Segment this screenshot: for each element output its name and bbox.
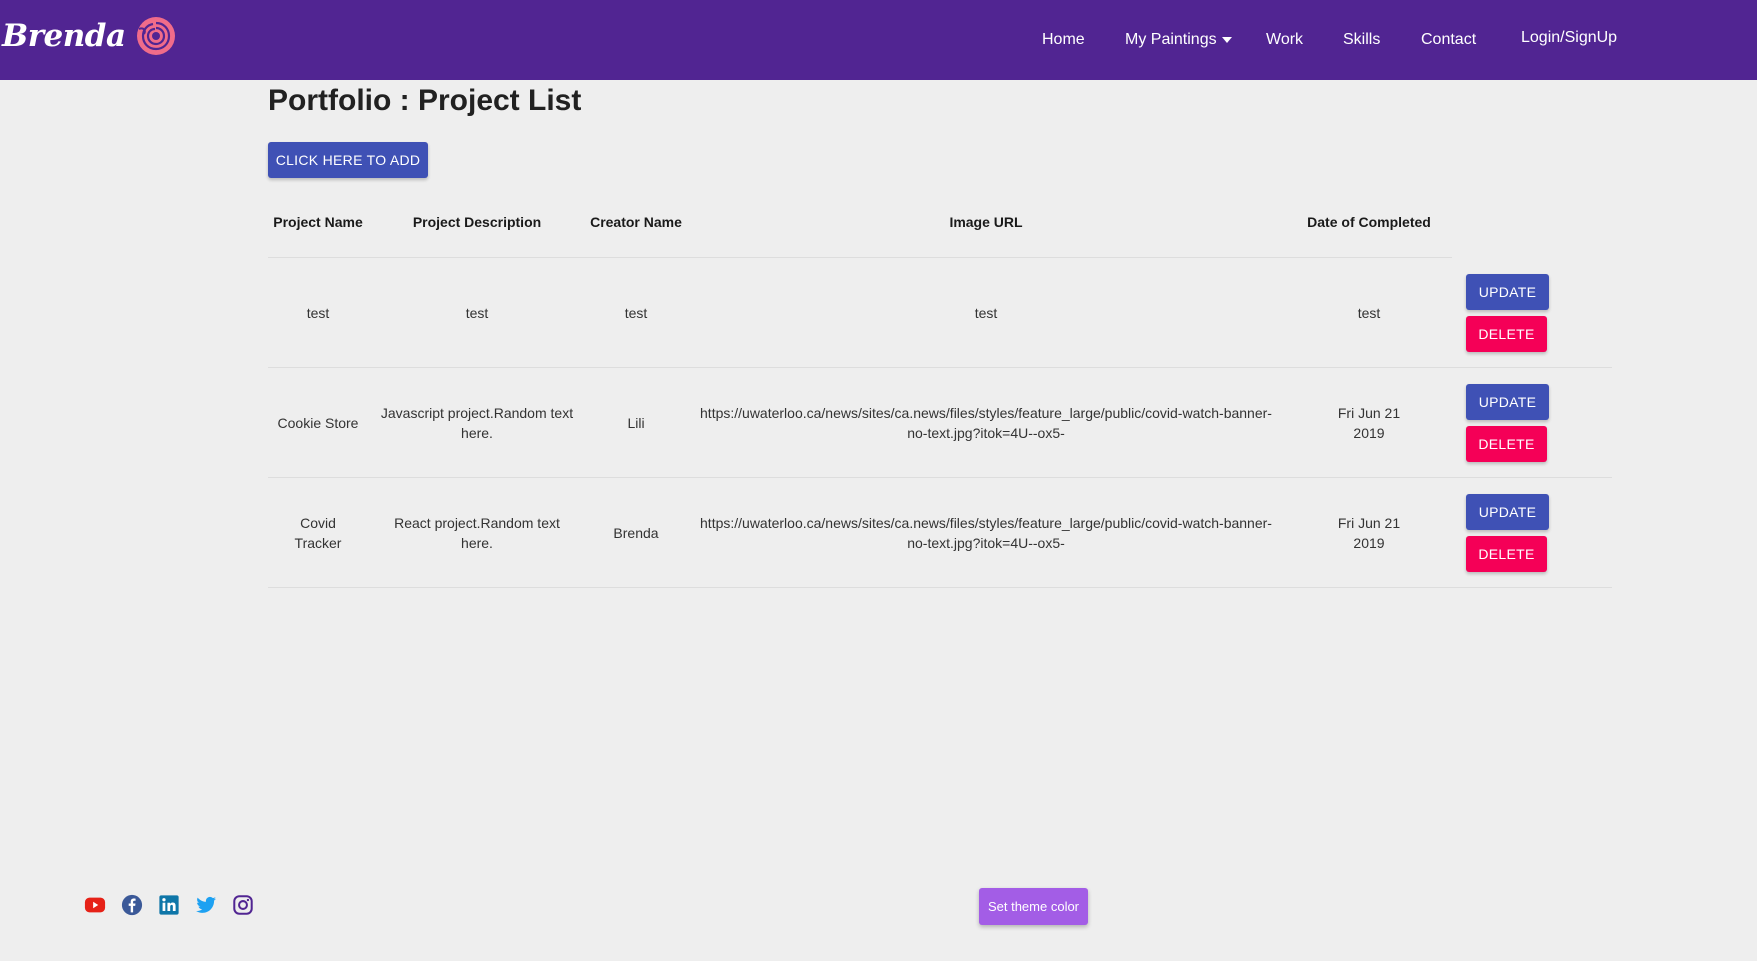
delete-button[interactable]: DELETE [1466, 426, 1547, 462]
rose-logo-icon [136, 17, 175, 55]
table-row: test test test test test UPDATE DELETE [268, 258, 1612, 368]
youtube-icon[interactable] [84, 894, 106, 916]
header-creator-name: Creator Name [590, 214, 682, 230]
cell-image-url: https://uwaterloo.ca/news/sites/ca.news/… [700, 515, 1272, 551]
brand-name: Brenda [2, 18, 126, 54]
delete-button[interactable]: DELETE [1466, 536, 1547, 572]
nav-my-paintings-dropdown[interactable]: My Paintings [1125, 31, 1232, 49]
cell-creator-name: test [624, 305, 648, 321]
nav-skills-link[interactable]: Skills [1343, 31, 1380, 49]
update-button[interactable]: UPDATE [1466, 494, 1549, 530]
facebook-icon[interactable] [121, 894, 143, 916]
social-links [84, 894, 254, 916]
page-title: Portfolio : Project List [268, 84, 582, 117]
add-project-button[interactable]: CLICK HERE TO ADD [268, 142, 428, 178]
cell-project-name: Covid Tracker [294, 515, 342, 551]
row-actions: UPDATE DELETE [1466, 478, 1550, 588]
twitter-icon[interactable] [195, 894, 217, 916]
nav-work-link[interactable]: Work [1266, 31, 1303, 49]
delete-button[interactable]: DELETE [1466, 316, 1547, 352]
cell-creator-name: Lili [627, 415, 645, 431]
cell-project-description: React project.Random text here. [394, 515, 560, 551]
instagram-icon[interactable] [232, 894, 254, 916]
header-date-completed: Date of Completed [1307, 214, 1431, 230]
cell-project-description: test [465, 305, 489, 321]
table-row: Cookie Store Javascript project.Random t… [268, 368, 1612, 478]
project-table: Project Name Project Description Creator… [268, 186, 1612, 588]
cell-date-completed: test [1357, 305, 1381, 321]
nav-contact-link[interactable]: Contact [1421, 31, 1476, 49]
nav-home-link[interactable]: Home [1042, 31, 1085, 49]
cell-project-name: Cookie Store [277, 415, 359, 431]
header-image-url: Image URL [949, 214, 1023, 230]
navbar: Brenda Home My Paintings Work Skills Con… [0, 0, 1757, 80]
nav-my-paintings-label: My Paintings [1125, 31, 1217, 48]
table-row: Covid Tracker React project.Random text … [268, 478, 1612, 588]
set-theme-color-button[interactable]: Set theme color [979, 888, 1088, 925]
cell-project-description: Javascript project.Random text here. [380, 405, 574, 441]
row-actions: UPDATE DELETE [1466, 368, 1550, 478]
cell-project-name: test [306, 305, 330, 321]
header-project-name: Project Name [273, 214, 363, 230]
linkedin-icon[interactable] [158, 894, 180, 916]
table-header-row: Project Name Project Description Creator… [268, 186, 1452, 258]
cell-date-completed: Fri Jun 21 2019 [1337, 515, 1401, 551]
cell-date-completed: Fri Jun 21 2019 [1337, 405, 1401, 441]
caret-down-icon [1221, 37, 1232, 43]
header-project-description: Project Description [412, 214, 542, 230]
cell-image-url: test [974, 305, 998, 321]
row-actions: UPDATE DELETE [1466, 258, 1550, 368]
update-button[interactable]: UPDATE [1466, 384, 1549, 420]
update-button[interactable]: UPDATE [1466, 274, 1549, 310]
brand-link[interactable]: Brenda [2, 16, 176, 56]
cell-image-url: https://uwaterloo.ca/news/sites/ca.news/… [700, 405, 1272, 441]
nav-login-signup-link[interactable]: Login/SignUp [1521, 29, 1617, 47]
cell-creator-name: Brenda [613, 525, 659, 541]
